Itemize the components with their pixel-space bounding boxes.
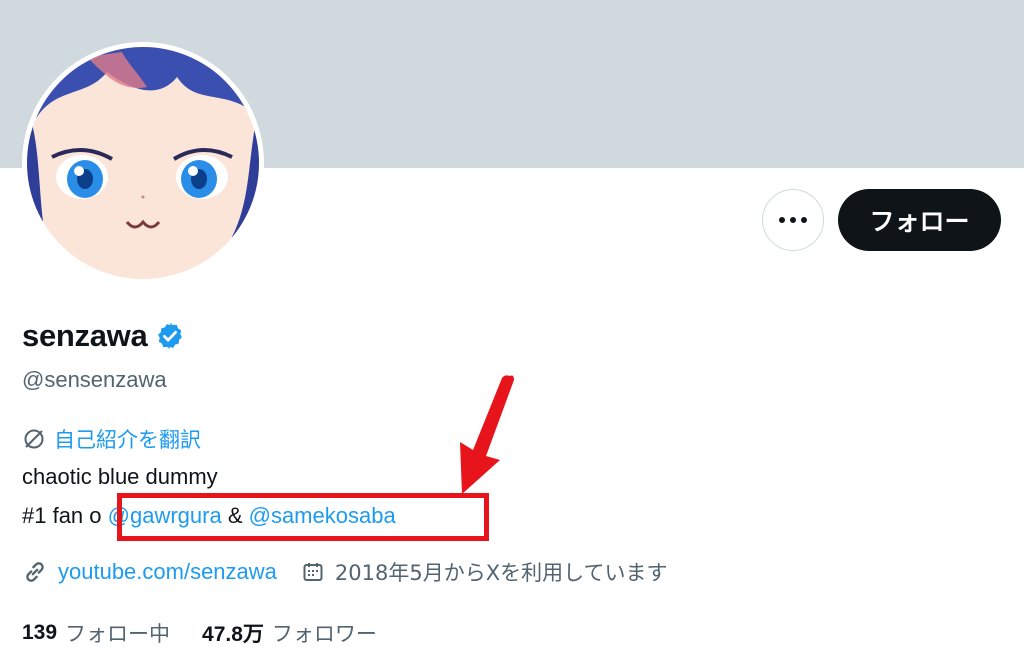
follow-button[interactable]: フォロー (838, 189, 1001, 251)
annotation-highlight-box (117, 493, 489, 541)
link-icon (26, 562, 44, 582)
website-link[interactable]: youtube.com/senzawa (22, 559, 277, 585)
website-label: youtube.com/senzawa (58, 559, 277, 584)
verified-badge-icon[interactable] (155, 321, 185, 351)
translate-bio-label: 自己紹介を翻訳 (54, 428, 201, 452)
following-count: 139 (22, 621, 58, 644)
followers-label: フォロワー (271, 622, 377, 646)
handle: @sensenzawa (22, 367, 167, 392)
translate-icon (24, 429, 44, 449)
followers-stat[interactable]: 47.8万 フォロワー (202, 618, 377, 648)
display-name-row: senzawa (22, 318, 185, 354)
bio-text: #1 fan o (22, 503, 102, 528)
joined-date: 2018年5月からXを利用しています (301, 557, 668, 587)
bio-line-1: chaotic blue dummy (22, 464, 218, 489)
following-label: フォロー中 (65, 622, 171, 646)
calendar-icon (303, 563, 323, 581)
profile-meta: youtube.com/senzawa 2018年5月からXを利用しています (22, 557, 667, 587)
display-name: senzawa (22, 318, 148, 353)
annotation-arrow-icon (460, 375, 514, 494)
followers-count: 47.8万 (202, 623, 264, 646)
more-button[interactable] (762, 189, 824, 251)
translate-bio-link[interactable]: 自己紹介を翻訳 (22, 424, 201, 454)
profile-stats: 139 フォロー中 47.8万 フォロワー (22, 618, 377, 648)
avatar[interactable] (22, 42, 264, 284)
more-icon (779, 217, 807, 223)
following-stat[interactable]: 139 フォロー中 (22, 618, 170, 648)
avatar-image (27, 47, 259, 279)
joined-label: 2018年5月からXを利用しています (334, 561, 668, 585)
